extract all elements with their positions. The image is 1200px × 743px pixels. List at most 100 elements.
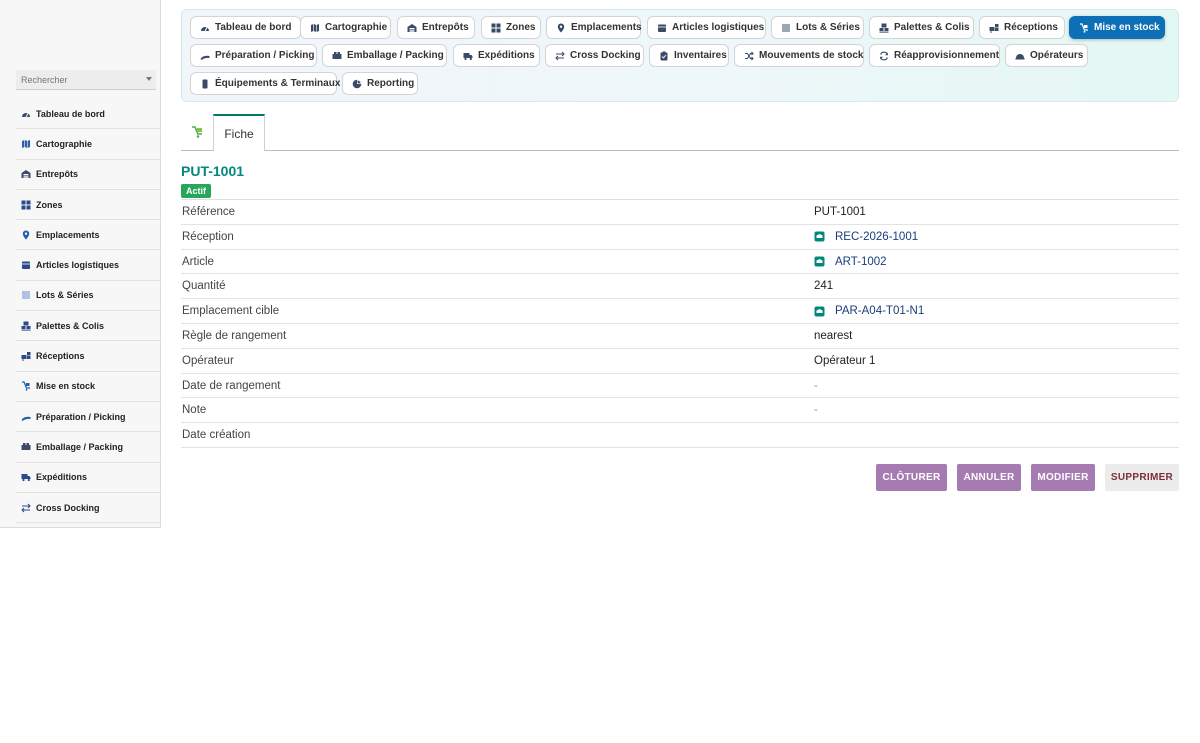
sidebar-item-label: Emballage / Packing <box>36 441 124 452</box>
chevron-down-icon[interactable] <box>146 77 152 81</box>
module-button-mouvements-de-stock[interactable]: Mouvements de stock <box>734 44 864 67</box>
sidebar-item-zones[interactable]: Zones <box>16 190 161 221</box>
grid-icon <box>21 200 31 210</box>
sidebar: Tableau de bord Cartographie Entrepôts Zone… <box>0 0 161 528</box>
sidebar-item-entrepots[interactable]: Entrepôts <box>16 160 161 190</box>
module-button-articles-logistiques[interactable]: Articles logistiques <box>647 16 766 39</box>
tab-fiche[interactable]: Fiche <box>213 114 265 151</box>
record-link-icon <box>814 306 825 317</box>
module-button-label: Mise en stock <box>1094 22 1160 33</box>
sidebar-item-label: Préparation / Picking <box>36 411 126 422</box>
field-label: Article <box>182 255 214 268</box>
helmet-icon <box>1015 51 1025 61</box>
module-button-expeditions[interactable]: Expéditions <box>453 44 540 67</box>
module-button-inventaires[interactable]: Inventaires <box>649 44 729 67</box>
list-icon <box>781 23 791 33</box>
module-button-label: Zones <box>506 22 536 33</box>
grid-icon <box>491 23 501 33</box>
module-button-label: Mouvements de stock <box>759 50 864 61</box>
record-link-icon <box>814 256 825 267</box>
sidebar-item-label: Cartographie <box>36 138 93 149</box>
field-row: Réception REC-2026-1001 <box>181 225 1179 250</box>
module-button-zones[interactable]: Zones <box>481 16 541 39</box>
record-link-icon <box>814 231 825 242</box>
module-button-palettes-colis[interactable]: Palettes & Colis <box>869 16 974 39</box>
truck-icon <box>21 472 31 482</box>
sidebar-item-label: Zones <box>36 199 63 210</box>
sidebar-item-label: Articles logistiques <box>36 260 120 271</box>
field-value: - <box>814 404 818 417</box>
sidebar-item-emballage-packing[interactable]: Emballage / Packing <box>16 432 161 463</box>
status-badge: Actif <box>181 184 211 198</box>
close-button[interactable]: CLÔTURER <box>876 464 947 491</box>
module-button-preparation-picking[interactable]: Préparation / Picking <box>190 44 317 67</box>
sidebar-item-preparation-picking[interactable]: Préparation / Picking <box>16 402 161 433</box>
module-button-cross-docking[interactable]: Cross Docking <box>545 44 644 67</box>
module-button-label: Lots & Séries <box>796 22 860 33</box>
field-link[interactable]: REC-2026-1001 <box>814 231 918 243</box>
cancel-button[interactable]: ANNULER <box>957 464 1021 491</box>
delete-button[interactable]: SUPPRIMER <box>1105 464 1179 491</box>
search-input[interactable] <box>16 74 136 85</box>
module-button-equipements-terminaux[interactable]: Équipements & Terminaux <box>190 72 340 95</box>
tab-icon[interactable] <box>181 114 213 150</box>
module-button-operateurs[interactable]: Opérateurs <box>1005 44 1088 67</box>
sidebar-item-cartographie[interactable]: Cartographie <box>16 129 161 160</box>
device-icon <box>200 79 210 89</box>
module-button-label: Tableau de bord <box>215 22 292 33</box>
field-row: Article ART-1002 <box>181 250 1179 275</box>
field-label: Référence <box>182 206 236 218</box>
field-link[interactable]: ART-1002 <box>814 256 887 268</box>
field-row: Emplacement cible PAR-A04-T01-N1 <box>181 299 1179 324</box>
edit-button[interactable]: MODIFIER <box>1031 464 1095 491</box>
field-value: Opérateur 1 <box>814 354 876 367</box>
sidebar-item-cross-docking[interactable]: Cross Docking <box>16 493 161 524</box>
sidebar-item-receptions[interactable]: Réceptions <box>16 341 161 372</box>
field-value: - <box>814 379 818 392</box>
field-link-text: PAR-A04-T01-N1 <box>835 305 925 318</box>
field-value: nearest <box>814 329 853 342</box>
module-button-reporting[interactable]: Reporting <box>342 72 418 95</box>
module-button-entrepots[interactable]: Entrepôts <box>397 16 475 39</box>
module-button-lots-series[interactable]: Lots & Séries <box>771 16 864 39</box>
field-label: Réception <box>182 230 234 243</box>
module-button-emplacements[interactable]: Emplacements <box>546 16 642 39</box>
field-value: PUT-1001 <box>814 206 866 218</box>
module-button-mise-en-stock[interactable]: Mise en stock <box>1069 16 1165 39</box>
pallet-icon <box>21 321 31 331</box>
module-button-label: Cross Docking <box>570 50 641 61</box>
sidebar-search[interactable] <box>16 70 156 90</box>
field-link-text: ART-1002 <box>835 255 887 268</box>
sidebar-item-expeditions[interactable]: Expéditions <box>16 463 161 493</box>
sidebar-item-label: Palettes & Colis <box>36 320 105 331</box>
module-button-receptions[interactable]: Réceptions <box>979 16 1065 39</box>
module-button-tableau-de-bord[interactable]: Tableau de bord <box>190 16 301 39</box>
field-row: Opérateur Opérateur 1 <box>181 349 1179 374</box>
field-link[interactable]: PAR-A04-T01-N1 <box>814 305 924 317</box>
module-button-cartographie[interactable]: Cartographie <box>300 16 391 39</box>
field-row: Note - <box>181 398 1179 424</box>
module-button-emballage-packing[interactable]: Emballage / Packing <box>322 44 447 67</box>
field-label: Opérateur <box>182 354 234 367</box>
sidebar-item-articles-logistiques[interactable]: Articles logistiques <box>16 250 161 281</box>
field-label: Date création <box>182 429 251 442</box>
sidebar-item-lots-series[interactable]: Lots & Séries <box>16 281 161 312</box>
swap-icon <box>21 503 31 513</box>
putaway-icon <box>1079 22 1089 33</box>
truck-icon <box>463 51 473 61</box>
location-pin-icon <box>556 23 566 33</box>
sidebar-item-label: Tableau de bord <box>36 108 105 119</box>
sidebar-item-emplacements[interactable]: Emplacements <box>16 220 161 251</box>
module-button-label: Reporting <box>367 78 415 89</box>
field-row: Règle de rangement nearest <box>181 324 1179 349</box>
sidebar-item-mise-en-stock[interactable]: Mise en stock <box>16 372 161 402</box>
field-value: 241 <box>814 280 834 293</box>
field-label: Note <box>182 404 207 417</box>
sidebar-item-label: Cross Docking <box>36 502 100 513</box>
module-button-reapprovisionnement[interactable]: Réapprovisionnement <box>869 44 1000 67</box>
sidebar-item-tableau-de-bord[interactable]: Tableau de bord <box>16 99 161 130</box>
warehouse-icon <box>21 169 31 179</box>
sidebar-item-label: Réceptions <box>36 351 85 362</box>
sidebar-item-palettes-colis[interactable]: Palettes & Colis <box>16 311 161 342</box>
module-button-label: Cartographie <box>325 22 388 33</box>
